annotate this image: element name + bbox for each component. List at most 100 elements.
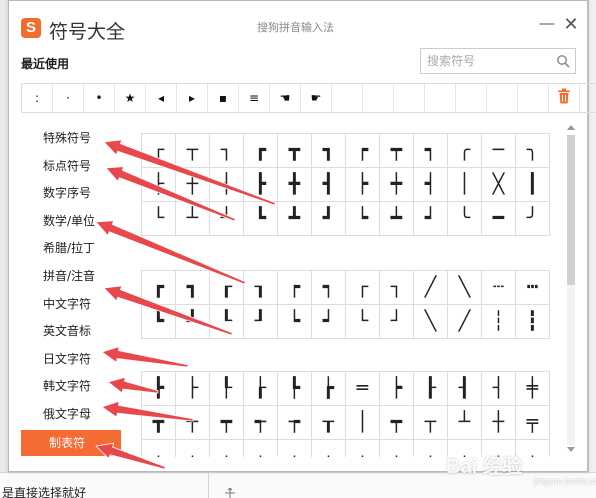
symbol-cell[interactable]: ┒ (244, 271, 278, 305)
symbol-cell[interactable]: ╤ (516, 406, 550, 440)
symbol-cell[interactable]: ┗ (142, 305, 176, 339)
symbol-cell[interactable]: ┿ (380, 168, 414, 202)
symbol-cell[interactable]: ┃ (516, 168, 550, 202)
minimize-button[interactable]: — (537, 15, 557, 35)
symbol-cell[interactable]: └ (142, 202, 176, 236)
recent-symbol-cell[interactable] (363, 84, 394, 112)
symbol-cell[interactable]: ┼ (482, 406, 516, 440)
close-button[interactable]: ✕ (561, 15, 581, 35)
symbol-cell[interactable]: ╷ (244, 440, 278, 457)
symbol-cell[interactable]: ╷ (278, 440, 312, 457)
recent-symbol-cell[interactable]: ★ (115, 84, 146, 112)
symbol-cell[interactable]: ─ (482, 134, 516, 168)
recent-symbol-cell[interactable]: ◂ (146, 84, 177, 112)
sidebar-category-item[interactable]: 中文字符 (21, 291, 121, 319)
trash-icon[interactable] (557, 88, 571, 104)
symbol-cell[interactable]: ├ (176, 372, 210, 406)
symbol-cell[interactable]: ┛ (312, 202, 346, 236)
symbol-cell[interactable]: ┝ (346, 168, 380, 202)
sidebar-category-item[interactable]: 希腊/拉丁 (21, 235, 121, 263)
sidebar-category-item[interactable]: 数字序号 (21, 180, 121, 208)
symbol-cell[interactable]: │ (448, 168, 482, 202)
symbol-cell[interactable]: ┤ (482, 372, 516, 406)
symbol-cell[interactable]: ━ (482, 202, 516, 236)
sidebar-category-item[interactable]: 特殊符号 (21, 125, 121, 153)
symbol-cell[interactable]: ┆ (482, 305, 516, 339)
symbol-cell[interactable]: ┮ (278, 406, 312, 440)
symbol-cell[interactable]: ╷ (142, 440, 176, 457)
symbol-cell[interactable]: ┐ (210, 134, 244, 168)
symbol-cell[interactable]: ╱ (414, 271, 448, 305)
scroll-up-arrow-icon[interactable] (567, 125, 575, 130)
symbol-cell[interactable]: ╲ (414, 305, 448, 339)
symbol-cell[interactable]: ┬ (176, 406, 210, 440)
symbol-cell[interactable]: ┷ (380, 202, 414, 236)
symbol-cell[interactable]: ┐ (380, 271, 414, 305)
symbol-cell[interactable]: ┞ (210, 372, 244, 406)
recent-symbol-cell[interactable] (456, 84, 487, 112)
symbol-cell[interactable]: ┍ (346, 134, 380, 168)
recent-symbol-cell[interactable] (332, 84, 363, 112)
symbol-cell[interactable]: ┌ (142, 134, 176, 168)
symbol-cell[interactable]: ┓ (312, 134, 346, 168)
symbol-cell[interactable]: ┏ (142, 271, 176, 305)
recent-symbol-cell[interactable]: ▸ (177, 84, 208, 112)
symbol-cell[interactable]: ┯ (380, 406, 414, 440)
recent-symbol-cell[interactable]: ☛ (301, 84, 332, 112)
symbol-cell[interactable]: ┌ (346, 271, 380, 305)
sidebar-category-item[interactable]: 数学/单位 (21, 208, 121, 236)
recent-symbol-cell[interactable]: ▪ (208, 84, 239, 112)
symbol-cell[interactable]: ┍ (278, 271, 312, 305)
recent-symbol-cell[interactable] (425, 84, 456, 112)
recent-symbol-cell[interactable]: ☚ (270, 84, 301, 112)
symbol-cell[interactable]: ┴ (448, 406, 482, 440)
recent-symbol-cell[interactable]: · (53, 84, 84, 112)
sidebar-category-item[interactable]: 韩文字符 (21, 373, 121, 401)
symbol-cell[interactable]: ┬ (176, 134, 210, 168)
sidebar-category-item[interactable]: 拼音/注音 (21, 263, 121, 291)
symbol-cell[interactable]: ┝ (380, 372, 414, 406)
recent-symbol-cell[interactable] (580, 84, 596, 112)
symbol-cell[interactable]: ╋ (278, 168, 312, 202)
scroll-track[interactable] (567, 135, 575, 445)
symbol-cell[interactable]: ┳ (142, 406, 176, 440)
symbol-cell[interactable]: ╷ (176, 440, 210, 457)
scrollbar[interactable] (565, 125, 577, 455)
scroll-thumb[interactable] (567, 135, 575, 285)
symbol-cell[interactable]: ┫ (312, 168, 346, 202)
sidebar-category-item[interactable]: 制表符 (21, 429, 121, 456)
symbol-cell[interactable]: ┄ (482, 271, 516, 305)
search-input[interactable] (427, 53, 547, 69)
recent-symbol-cell[interactable] (487, 84, 518, 112)
symbol-cell[interactable]: ┕ (346, 202, 380, 236)
symbol-cell[interactable]: ┨ (448, 372, 482, 406)
symbol-cell[interactable]: ┯ (210, 406, 244, 440)
recent-symbol-cell[interactable]: ≡ (239, 84, 270, 112)
symbol-cell[interactable]: │ (346, 406, 380, 440)
symbol-cell[interactable]: ┳ (278, 134, 312, 168)
symbol-cell[interactable]: ═ (346, 372, 380, 406)
symbol-cell[interactable]: ┙ (312, 305, 346, 339)
symbol-cell[interactable]: ┖ (210, 305, 244, 339)
symbol-cell[interactable]: ┑ (414, 134, 448, 168)
symbol-cell[interactable]: ┇ (516, 305, 550, 339)
symbol-cell[interactable]: ┏ (244, 134, 278, 168)
sidebar-category-item[interactable]: 俄文字母 (21, 401, 121, 429)
symbol-cell[interactable]: ╱ (448, 305, 482, 339)
symbol-cell[interactable]: ┗ (244, 202, 278, 236)
symbol-cell[interactable]: ╷ (312, 440, 346, 457)
symbol-cell[interactable]: ┢ (312, 372, 346, 406)
symbol-cell[interactable]: ┼ (176, 168, 210, 202)
symbol-cell[interactable]: ┯ (380, 134, 414, 168)
recent-symbol-cell[interactable]: • (84, 84, 115, 112)
symbol-cell[interactable]: ├ (142, 168, 176, 202)
symbol-cell[interactable]: ╰ (448, 202, 482, 236)
symbol-cell[interactable]: ╷ (380, 440, 414, 457)
sidebar-category-item[interactable]: 英文音标 (21, 318, 121, 346)
symbol-cell[interactable]: ┎ (210, 271, 244, 305)
symbol-cell[interactable]: ┕ (278, 305, 312, 339)
symbol-cell[interactable]: ┬ (414, 406, 448, 440)
symbol-cell[interactable]: ╷ (414, 440, 448, 457)
recent-symbol-cell[interactable] (518, 84, 549, 112)
symbol-cell[interactable]: ┛ (176, 305, 210, 339)
